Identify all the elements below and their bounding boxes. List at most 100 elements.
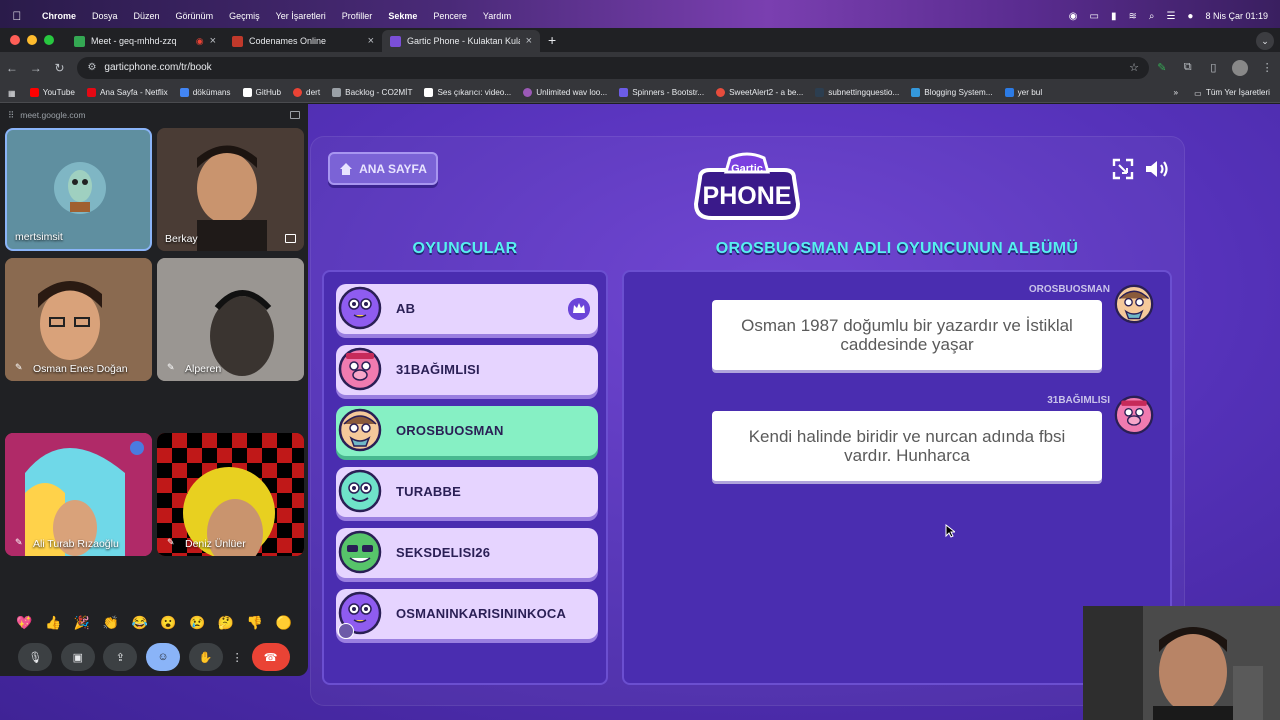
extension-pen-icon[interactable]: ✎	[1149, 61, 1175, 74]
participant-tile[interactable]: mertsimsit	[5, 128, 152, 251]
apple-icon[interactable]: 	[0, 9, 34, 23]
menu-profiles[interactable]: Profiller	[334, 11, 381, 21]
reaction-skin-tone[interactable]: 🟡	[275, 615, 291, 631]
home-button[interactable]: ANA SAYFA	[328, 152, 438, 185]
bookmark-unlimited-wav[interactable]: Unlimited wav loo...	[523, 88, 607, 97]
player-card[interactable]: 31BAĞIMLISI	[336, 345, 598, 395]
back-arrow-icon[interactable]: ←	[0, 61, 24, 75]
address-bar[interactable]: ⚙ garticphone.com/tr/book ☆	[77, 56, 1149, 79]
menu-help[interactable]: Yardım	[475, 11, 519, 21]
bookmark-dokumans[interactable]: dökümans	[179, 88, 231, 97]
player-avatar-icon	[338, 469, 382, 513]
bookmark-label: Backlog - CO2MİT	[345, 88, 413, 97]
present-screen-button[interactable]: ⇪	[103, 643, 138, 671]
menu-tab[interactable]: Sekme	[380, 11, 425, 21]
more-bookmarks-chevron-icon[interactable]: »	[1174, 88, 1179, 97]
return-to-tab-icon[interactable]	[290, 111, 300, 119]
speaker-icon[interactable]	[1144, 158, 1170, 180]
close-tab-icon[interactable]: ×	[526, 35, 532, 47]
player-name: SEKSDELISI26	[396, 545, 491, 560]
player-name: 31BAĞIMLISI	[396, 362, 480, 377]
battery-icon[interactable]: ▮	[1111, 11, 1117, 22]
tab-search-chevron-icon[interactable]: ⌄	[1256, 32, 1274, 50]
sidebar-icon[interactable]: ▯	[1201, 61, 1227, 74]
participant-tile[interactable]: Berkay	[157, 128, 304, 251]
reaction-laugh[interactable]: 😂	[131, 615, 147, 631]
wifi-icon[interactable]: ≋	[1128, 11, 1136, 22]
forward-arrow-icon[interactable]: →	[24, 61, 48, 75]
bookmark-blogging[interactable]: Blogging System...	[911, 88, 993, 97]
tab-gartic-phone[interactable]: Gartic Phone - Kulaktan Kulağa ×	[382, 30, 540, 52]
player-avatar-icon	[338, 408, 382, 452]
minimize-window-button[interactable]	[27, 35, 37, 45]
close-tab-icon[interactable]: ×	[368, 35, 374, 47]
reaction-party[interactable]: 🎉	[74, 615, 90, 631]
bookmark-spinners[interactable]: Spinners - Bootstr...	[619, 88, 704, 97]
close-window-button[interactable]	[10, 35, 20, 45]
reaction-heart[interactable]: 💖	[16, 615, 32, 631]
bookmark-dert[interactable]: dert	[293, 88, 320, 97]
bookmark-youtube[interactable]: YouTube	[29, 88, 75, 97]
reaction-clap[interactable]: 👏	[103, 615, 119, 631]
microphone-button[interactable]: 🎙	[18, 643, 53, 671]
bookmark-label: Spinners - Bootstr...	[632, 88, 705, 97]
bookmark-yer-bul[interactable]: yer bul	[1004, 88, 1042, 97]
menu-edit[interactable]: Düzen	[126, 11, 168, 21]
participant-tile[interactable]: ✎ Ali Turab Rızaoğlu	[5, 433, 152, 556]
player-card[interactable]: SEKSDELISI26	[336, 528, 598, 578]
all-bookmarks-folder[interactable]: ▭ Tüm Yer İşaretleri	[1194, 88, 1270, 98]
spotlight-search-icon[interactable]: ⌕	[1149, 11, 1155, 22]
player-card[interactable]: OSMANINKARISININKOCA	[336, 589, 598, 639]
menu-history[interactable]: Geçmiş	[221, 11, 268, 21]
menu-bookmarks[interactable]: Yer İşaretleri	[268, 11, 334, 21]
bookmark-star-icon[interactable]: ☆	[1129, 61, 1139, 74]
player-card-active[interactable]: OROSBUOSMAN	[336, 406, 598, 456]
bookmark-ses-cikarici[interactable]: Ses çıkarıcı: video...	[424, 88, 511, 97]
close-tab-icon[interactable]: ×	[210, 35, 216, 47]
bootstrap-icon	[619, 88, 629, 97]
menu-file[interactable]: Dosya	[84, 11, 126, 21]
reaction-sad[interactable]: 😢	[189, 615, 205, 631]
reaction-thinking[interactable]: 🤔	[218, 615, 234, 631]
menu-app-chrome[interactable]: Chrome	[34, 11, 84, 21]
apps-grid-icon[interactable]: ▦	[8, 88, 16, 98]
player-card[interactable]: TURABBE	[336, 467, 598, 517]
profile-avatar[interactable]	[1232, 59, 1249, 76]
player-name: TURABBE	[396, 484, 461, 499]
bookmark-backlog[interactable]: Backlog - CO2MİT	[332, 88, 412, 97]
maximize-window-button[interactable]	[44, 35, 54, 45]
participant-tile[interactable]: ✎ Alperen	[157, 258, 304, 381]
emoji-reactions-button[interactable]: ☺	[145, 643, 180, 671]
bookmark-subnetting[interactable]: subnettingquestio...	[815, 88, 899, 97]
siri-icon[interactable]: ●	[1187, 11, 1193, 22]
control-center-icon[interactable]: ☰	[1166, 11, 1175, 22]
extensions-puzzle-icon[interactable]: ⧉	[1175, 61, 1201, 74]
display-icon[interactable]: ▭	[1089, 11, 1098, 22]
participant-tile[interactable]: ✎ Osman Enes Doğan	[5, 258, 152, 381]
leave-call-button[interactable]: ☎	[251, 643, 290, 671]
raise-hand-button[interactable]: ✋	[188, 643, 223, 671]
menu-view[interactable]: Görünüm	[168, 11, 222, 21]
bookmark-sweetalert[interactable]: SweetAlert2 - a be...	[716, 88, 803, 97]
menu-window[interactable]: Pencere	[425, 11, 475, 21]
reaction-thumbs-down[interactable]: 👎	[247, 615, 263, 631]
tab-codenames[interactable]: Codenames Online ×	[224, 30, 382, 52]
new-tab-button[interactable]: +	[540, 32, 566, 52]
drag-handle-icon[interactable]: ⠿	[8, 110, 14, 121]
bookmark-github[interactable]: GitHub	[242, 88, 281, 97]
menubar-clock[interactable]: 8 Nis Çar 01:19	[1205, 11, 1268, 21]
bookmark-netflix[interactable]: Ana Sayfa - Netflix	[86, 88, 168, 97]
camera-button[interactable]: ▣	[60, 643, 95, 671]
participant-tile[interactable]: ✎ Deniz Ünlüer	[157, 433, 304, 556]
screen-record-icon[interactable]: ◉	[1069, 11, 1078, 22]
player-card[interactable]: AB	[336, 284, 598, 334]
meet-header: ⠿ meet.google.com	[0, 104, 308, 126]
reaction-surprised[interactable]: 😮	[160, 615, 176, 631]
tab-meet[interactable]: Meet - geq-mhhd-zzq ◉ ×	[66, 30, 224, 52]
more-options-button[interactable]: ⋮	[231, 643, 243, 671]
chrome-menu-icon[interactable]: ⋮	[1254, 61, 1280, 74]
reload-icon[interactable]: ↻	[48, 61, 72, 75]
fullscreen-icon[interactable]	[1112, 158, 1134, 180]
site-info-icon[interactable]: ⚙	[87, 62, 96, 73]
reaction-thumbs-up[interactable]: 👍	[45, 615, 61, 631]
